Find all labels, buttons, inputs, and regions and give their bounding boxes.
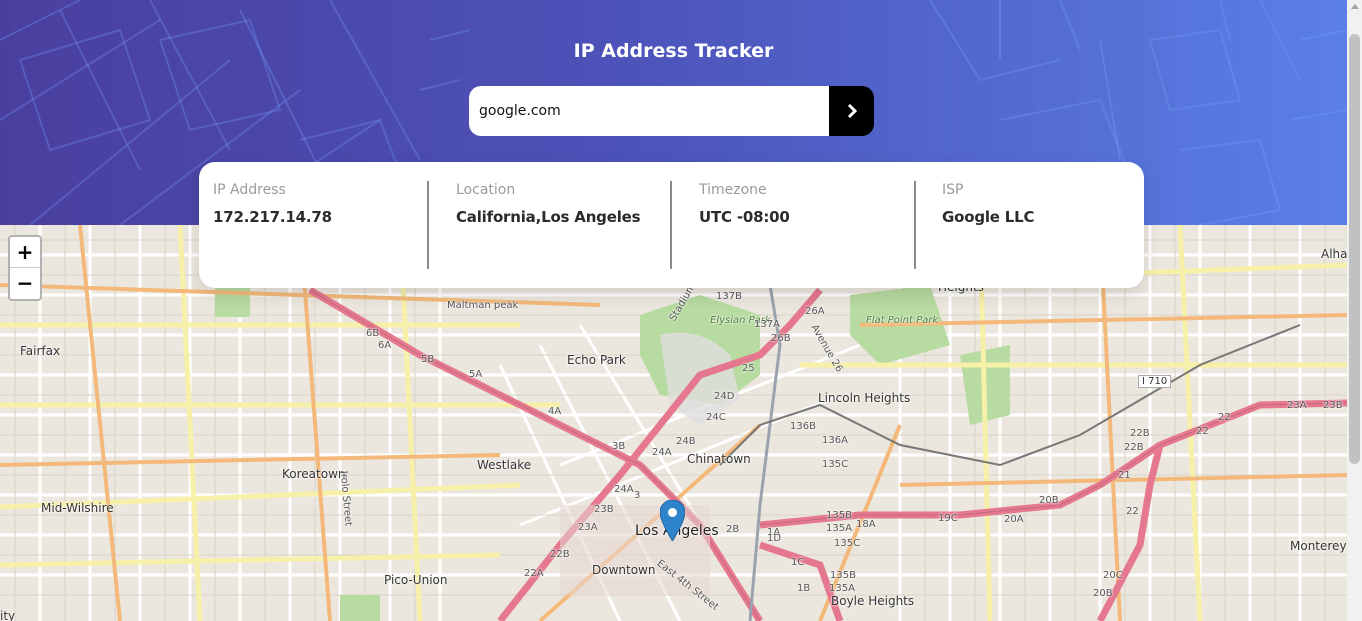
exit-label: 20B — [1039, 495, 1059, 506]
exit-label: 22 — [1218, 412, 1231, 423]
map-label-chinatown: Chinatown — [687, 452, 751, 466]
exit-label: 20B — [1093, 588, 1113, 599]
exit-label: 135A — [826, 523, 852, 534]
map-label-alhambra: Alha — [1321, 247, 1347, 261]
exit-label: 23A — [578, 522, 598, 533]
exit-label: 21 — [1118, 470, 1131, 481]
exit-label: 5A — [469, 369, 483, 380]
exit-label: 3 — [634, 490, 641, 501]
ip-info-card: IP Address 172.217.14.78 Location Califo… — [199, 162, 1144, 288]
scroll-up-arrow-icon[interactable] — [1351, 4, 1359, 9]
exit-label: 1C — [791, 557, 805, 568]
map-label-city: ity — [0, 609, 16, 621]
exit-label: 25 — [742, 363, 755, 374]
exit-label: 5B — [421, 354, 435, 365]
exit-label: 24C — [706, 412, 726, 423]
zoom-in-button[interactable]: + — [10, 237, 40, 268]
ip-address-label: IP Address — [213, 182, 286, 198]
divider — [670, 181, 672, 269]
page-scrollbar[interactable] — [1347, 0, 1362, 621]
exit-label: 22 — [1196, 426, 1209, 437]
map-label-westlake: Westlake — [477, 458, 532, 472]
search-input[interactable] — [469, 86, 829, 136]
map-label-i710: I 710 — [1138, 375, 1172, 388]
exit-label: 2B — [726, 524, 740, 535]
divider — [914, 181, 916, 269]
map-label-koreatown: Koreatown — [282, 467, 346, 481]
search-bar — [469, 86, 874, 136]
exit-label: 24D — [714, 391, 735, 402]
exit-label: 22B — [1124, 442, 1144, 453]
map-label-monterey: Monterey — [1290, 539, 1347, 553]
exit-label: 23A — [1287, 400, 1307, 411]
exit-label: 23B — [1323, 400, 1343, 411]
isp-label: ISP — [942, 182, 964, 198]
map-label-pico-union: Pico-Union — [384, 573, 448, 587]
map-label-boyle-heights: Boyle Heights — [831, 594, 915, 608]
map-label-lincoln-heights: Lincoln Heights — [818, 391, 911, 405]
exit-label: 26B — [771, 333, 791, 344]
scrollbar-thumb[interactable] — [1349, 34, 1360, 464]
exit-label: 22B — [1130, 428, 1150, 439]
exit-label: 4A — [548, 406, 562, 417]
exit-label: 135A — [829, 583, 855, 594]
exit-label: 137A — [754, 319, 780, 330]
isp-value: Google LLC — [942, 208, 1035, 226]
exit-label: 137B — [716, 291, 742, 302]
chevron-right-icon — [847, 104, 857, 118]
exit-label: 22B — [550, 549, 570, 560]
exit-label: 20C — [1103, 570, 1123, 581]
page-title: IP Address Tracker — [573, 40, 774, 62]
search-submit-button[interactable] — [829, 86, 874, 136]
location-value: California,Los Angeles — [456, 208, 641, 226]
map-label-downtown: Downtown — [592, 563, 656, 577]
map-label-fairfax: Fairfax — [20, 344, 61, 358]
exit-label: 135C — [834, 538, 861, 549]
zoom-out-button[interactable]: − — [10, 268, 40, 298]
exit-label: 26A — [805, 306, 825, 317]
exit-label: 6A — [378, 340, 392, 351]
exit-label: 1B — [797, 583, 811, 594]
exit-label: 3B — [612, 441, 626, 452]
exit-label: 24A — [614, 484, 634, 495]
map-label-echo-park: Echo Park — [567, 353, 626, 367]
exit-label: 24A — [652, 447, 672, 458]
exit-label: 6B — [366, 328, 380, 339]
map-label-mid-wilshire: Mid-Wilshire — [41, 501, 114, 515]
exit-label: 135C — [822, 459, 849, 470]
timezone-value: UTC -08:00 — [699, 208, 790, 226]
exit-label: 19C — [938, 513, 958, 524]
exit-label: 135B — [830, 570, 856, 581]
timezone-label: Timezone — [699, 182, 767, 198]
exit-label: 1D — [767, 533, 782, 544]
zoom-control: + − — [8, 235, 42, 301]
exit-label: 18A — [856, 519, 876, 530]
exit-label: 23B — [594, 504, 614, 515]
divider — [427, 181, 429, 269]
exit-label: 22A — [524, 568, 544, 579]
exit-label: 22 — [1126, 506, 1139, 517]
exit-label: 24B — [676, 436, 696, 447]
exit-label: 135B — [826, 510, 852, 521]
location-label: Location — [456, 182, 516, 198]
map-marker-icon[interactable] — [660, 500, 685, 541]
exit-label: 136A — [822, 435, 848, 446]
map-label-maltman-peak: Maltman peak — [447, 300, 519, 311]
ip-address-value: 172.217.14.78 — [213, 208, 332, 226]
exit-label: 20A — [1004, 514, 1024, 525]
exit-label: 136B — [790, 421, 816, 432]
map-label-flat-point-park: Flat Point Park — [866, 315, 939, 326]
